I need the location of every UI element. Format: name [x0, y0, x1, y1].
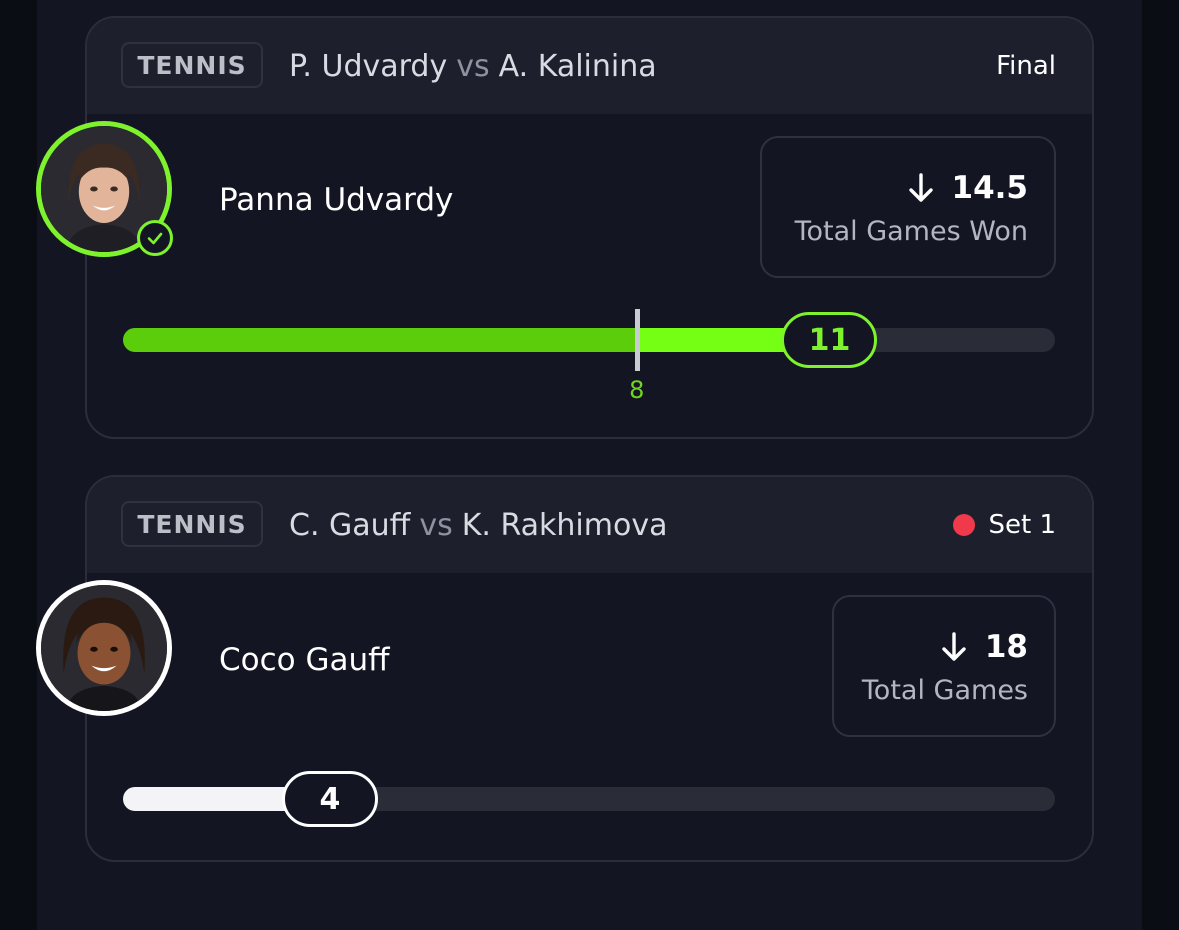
- player-a-name: P. Udvardy: [289, 48, 448, 84]
- avatar-illustration: [41, 585, 167, 711]
- line-marker: [634, 309, 640, 371]
- current-value-pill: 11: [781, 312, 878, 368]
- sport-tag: TENNIS: [121, 501, 263, 547]
- arrow-down-icon: [908, 173, 933, 202]
- matchup-title: P. Udvardy vs A. Kalinina: [289, 44, 657, 88]
- stat-box[interactable]: 14.5 Total Games Won: [760, 136, 1056, 278]
- match-status: Final: [996, 51, 1056, 81]
- progress-track: [123, 328, 1055, 352]
- stat-label: Total Games: [861, 675, 1028, 706]
- stat-line: 14.5: [951, 170, 1029, 206]
- player-avatar-icon[interactable]: [36, 121, 173, 257]
- stat-box[interactable]: 18 Total Games: [832, 595, 1056, 737]
- player-b-name: K. Rakhimova: [461, 507, 668, 543]
- check-circle-icon: [137, 220, 173, 256]
- sport-tag: TENNIS: [121, 42, 263, 88]
- player-photo: [41, 585, 167, 711]
- matchup-title: C. Gauff vs K. Rakhimova: [289, 503, 668, 547]
- player-name[interactable]: Coco Gauff: [219, 642, 390, 678]
- player-name[interactable]: Panna Udvardy: [219, 182, 453, 218]
- match-status-text: Set 1: [988, 510, 1056, 540]
- vs-label: vs: [419, 507, 453, 543]
- player-avatar-icon[interactable]: [36, 580, 172, 716]
- live-dot-icon: [953, 514, 976, 536]
- vs-label: vs: [456, 48, 490, 84]
- player-b-name: A. Kalinina: [498, 48, 657, 84]
- stat-line: 18: [984, 629, 1028, 665]
- line-marker-label: 8: [629, 376, 645, 404]
- card-header: TENNIS P. Udvardy vs A. Kalinina Final: [87, 18, 1092, 114]
- match-status: Set 1: [953, 503, 1056, 547]
- player-a-name: C. Gauff: [289, 507, 411, 543]
- progress-track: [123, 787, 1055, 811]
- card-header: TENNIS C. Gauff vs K. Rakhimova Set 1: [87, 477, 1092, 573]
- current-value-pill: 4: [281, 771, 378, 827]
- arrow-down-icon: [942, 632, 966, 661]
- stat-label: Total Games Won: [794, 216, 1028, 247]
- progress-fill: [123, 328, 637, 352]
